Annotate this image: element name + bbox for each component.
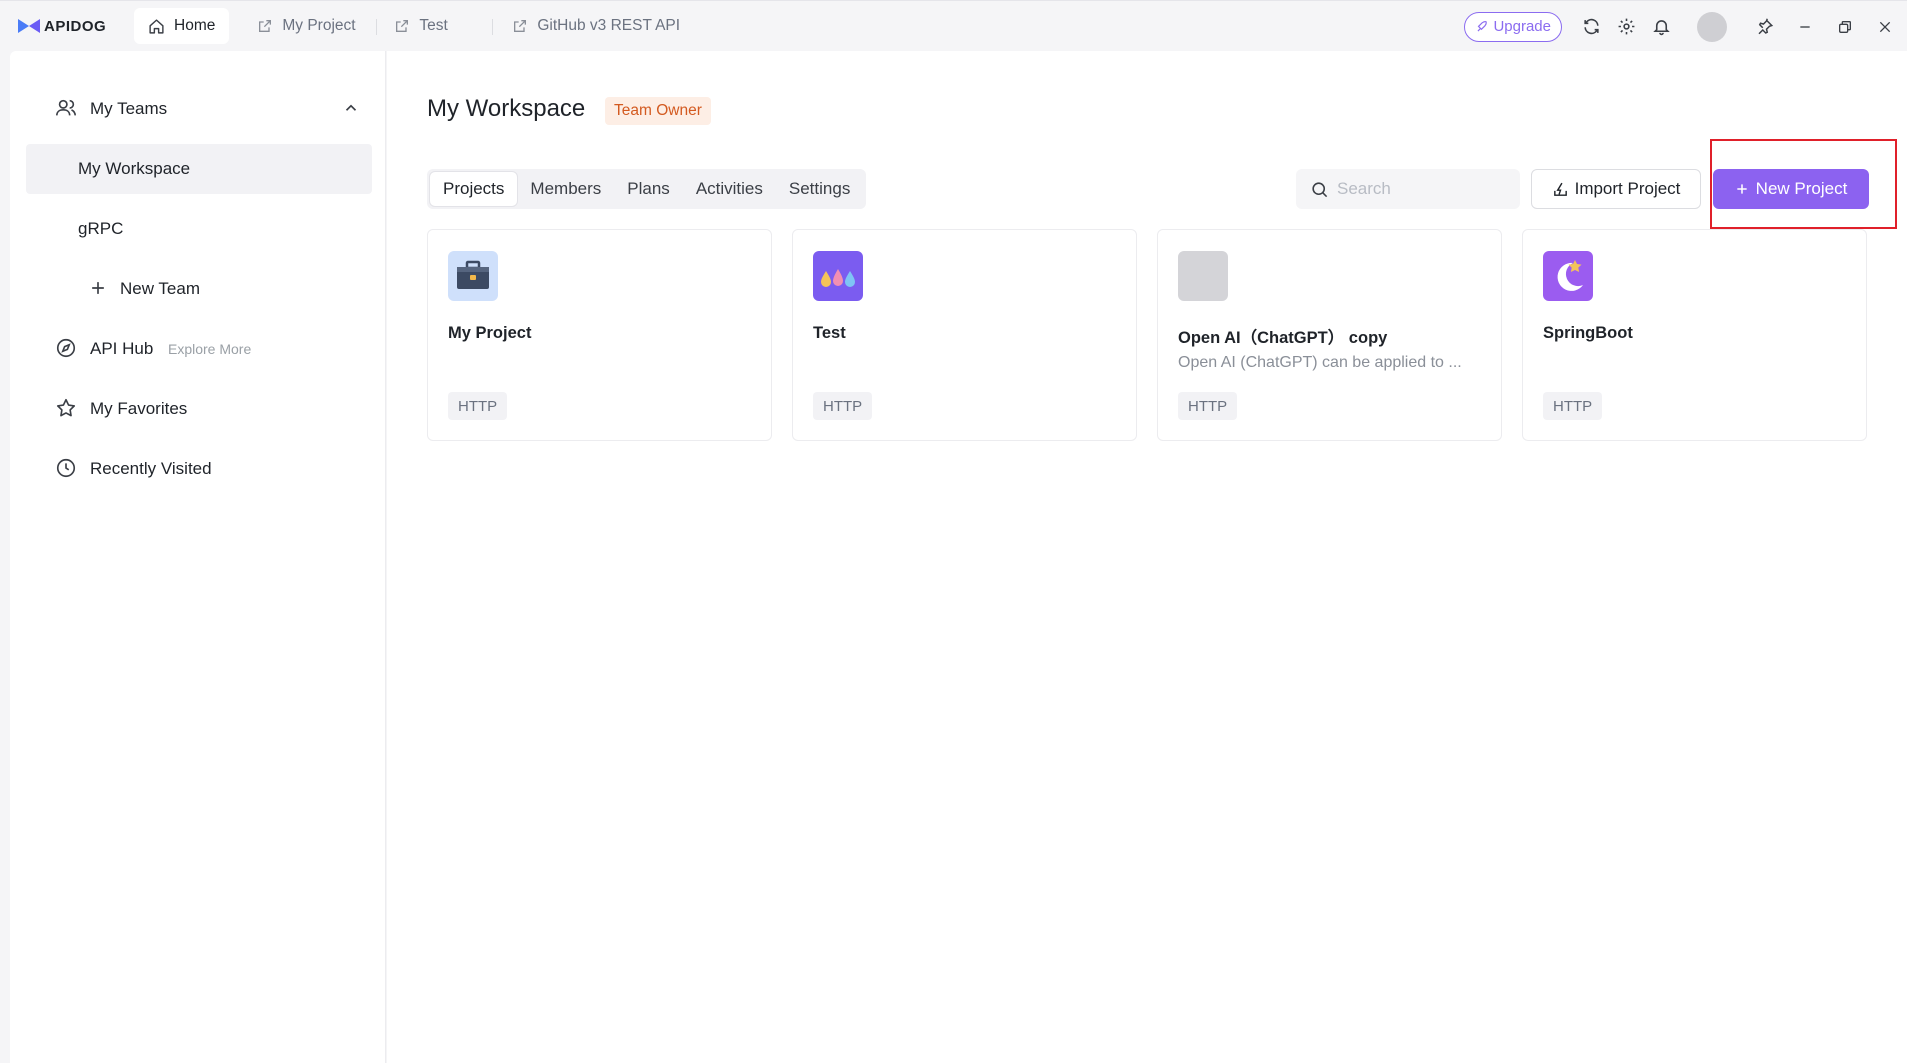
- project-card[interactable]: Open AI（ChatGPT） copy Open AI (ChatGPT) …: [1157, 229, 1502, 441]
- sidebar-item-label: gRPC: [78, 219, 124, 238]
- moon-star-icon: [1543, 251, 1593, 301]
- protocol-badge: HTTP: [1543, 392, 1603, 420]
- minimize-icon: [1800, 25, 1810, 28]
- project-card[interactable]: SpringBoot HTTP: [1522, 229, 1867, 441]
- tab-settings[interactable]: Settings: [776, 172, 863, 206]
- users-icon: [55, 97, 77, 119]
- sidebar: My Teams My Workspace gRPC New Team API …: [10, 51, 386, 1063]
- tab-github-label: GitHub v3 REST API: [537, 17, 681, 34]
- gear-icon: [1618, 18, 1635, 35]
- sync-button[interactable]: [1574, 9, 1609, 44]
- external-link-icon: [394, 18, 410, 34]
- placeholder-icon: [1178, 251, 1228, 301]
- clock-icon: [55, 457, 77, 479]
- tab-activities[interactable]: Activities: [683, 172, 776, 206]
- refresh-icon: [1584, 18, 1599, 35]
- project-name: SpringBoot: [1543, 324, 1633, 342]
- bell-icon: [1653, 20, 1670, 36]
- tab-test[interactable]: Test: [380, 8, 494, 44]
- sidebar-recently-visited[interactable]: Recently Visited: [10, 444, 386, 494]
- external-link-icon: [257, 18, 273, 34]
- upgrade-button[interactable]: Upgrade: [1464, 11, 1562, 42]
- sidebar-new-team-label: New Team: [120, 279, 200, 298]
- tab-test-label: Test: [419, 17, 448, 34]
- search-box: [1296, 169, 1520, 209]
- restore-button[interactable]: [1825, 7, 1865, 47]
- tab-plans[interactable]: Plans: [614, 172, 683, 206]
- sidebar-item-my-workspace[interactable]: My Workspace: [26, 144, 372, 194]
- plus-icon: [88, 278, 108, 298]
- import-project-label: Import Project: [1574, 179, 1681, 198]
- tab-my-project[interactable]: My Project: [243, 8, 378, 44]
- close-icon: [1879, 21, 1891, 32]
- project-card[interactable]: My Project HTTP: [427, 229, 772, 441]
- tab-members[interactable]: Members: [517, 172, 614, 206]
- sidebar-item-grpc[interactable]: gRPC: [10, 204, 386, 254]
- apidog-logo-icon: [18, 19, 40, 33]
- notifications-button[interactable]: [1644, 9, 1679, 44]
- tab-home[interactable]: Home: [134, 8, 230, 44]
- tab-github-v3-rest-api[interactable]: GitHub v3 REST API: [498, 8, 694, 44]
- sidebar-api-hub[interactable]: API Hub Explore More: [10, 324, 386, 374]
- restore-icon: [1839, 20, 1851, 33]
- import-project-button[interactable]: Import Project: [1531, 169, 1701, 209]
- upgrade-label: Upgrade: [1493, 18, 1551, 35]
- search-input[interactable]: [1337, 179, 1507, 199]
- sidebar-new-team[interactable]: New Team: [10, 264, 386, 314]
- tab-projects[interactable]: Projects: [430, 172, 518, 206]
- apidog-logo[interactable]: APIDOG: [18, 11, 128, 41]
- project-name: Open AI（ChatGPT） copy: [1178, 329, 1388, 347]
- import-icon: [1552, 181, 1569, 198]
- tab-my-project-label: My Project: [282, 17, 356, 34]
- role-badge: Team Owner: [605, 97, 711, 125]
- pin-icon: [1758, 18, 1774, 34]
- external-link-icon: [512, 18, 528, 34]
- sidebar-my-favorites-label: My Favorites: [90, 399, 188, 418]
- home-icon: [148, 18, 165, 35]
- chevron-up-icon[interactable]: [342, 99, 360, 117]
- tab-home-label: Home: [174, 17, 216, 34]
- protocol-badge: HTTP: [1178, 392, 1238, 420]
- main-content: My Workspace Team Owner Projects Members…: [387, 51, 1907, 1063]
- sidebar-my-teams-label: My Teams: [90, 99, 168, 118]
- sidebar-api-hub-label: API Hub: [90, 339, 154, 358]
- settings-button[interactable]: [1609, 9, 1644, 44]
- project-name: My Project: [448, 324, 532, 342]
- protocol-badge: HTTP: [813, 392, 873, 420]
- star-icon: [55, 397, 77, 419]
- search-icon: [1312, 181, 1328, 197]
- pin-button[interactable]: [1745, 7, 1785, 47]
- project-description: Open AI (ChatGPT) can be applied to ...: [1178, 354, 1462, 371]
- sidebar-recently-visited-label: Recently Visited: [90, 459, 212, 478]
- close-button[interactable]: [1865, 7, 1905, 47]
- project-card[interactable]: Test HTTP: [792, 229, 1137, 441]
- title-bar: APIDOG Home My Project Test GitHub v3 RE…: [0, 0, 1907, 51]
- sidebar-my-favorites[interactable]: My Favorites: [10, 384, 386, 434]
- minimize-button[interactable]: [1785, 7, 1825, 47]
- app-name: APIDOG: [44, 17, 107, 35]
- workspace-tabs: Projects Members Plans Activities Settin…: [427, 169, 867, 209]
- compass-icon: [55, 337, 77, 359]
- explore-more-link[interactable]: Explore More: [168, 341, 251, 357]
- project-name: Test: [813, 324, 846, 342]
- sidebar-my-teams[interactable]: My Teams: [10, 84, 386, 134]
- drops-icon: [813, 251, 863, 301]
- briefcase-icon: [448, 251, 498, 301]
- user-avatar[interactable]: [1697, 11, 1727, 42]
- page-title: My Workspace: [427, 95, 586, 122]
- annotation-highlight-box: [1710, 139, 1897, 229]
- sidebar-item-label: My Workspace: [78, 159, 191, 178]
- protocol-badge: HTTP: [448, 392, 508, 420]
- rocket-icon: [1475, 20, 1489, 34]
